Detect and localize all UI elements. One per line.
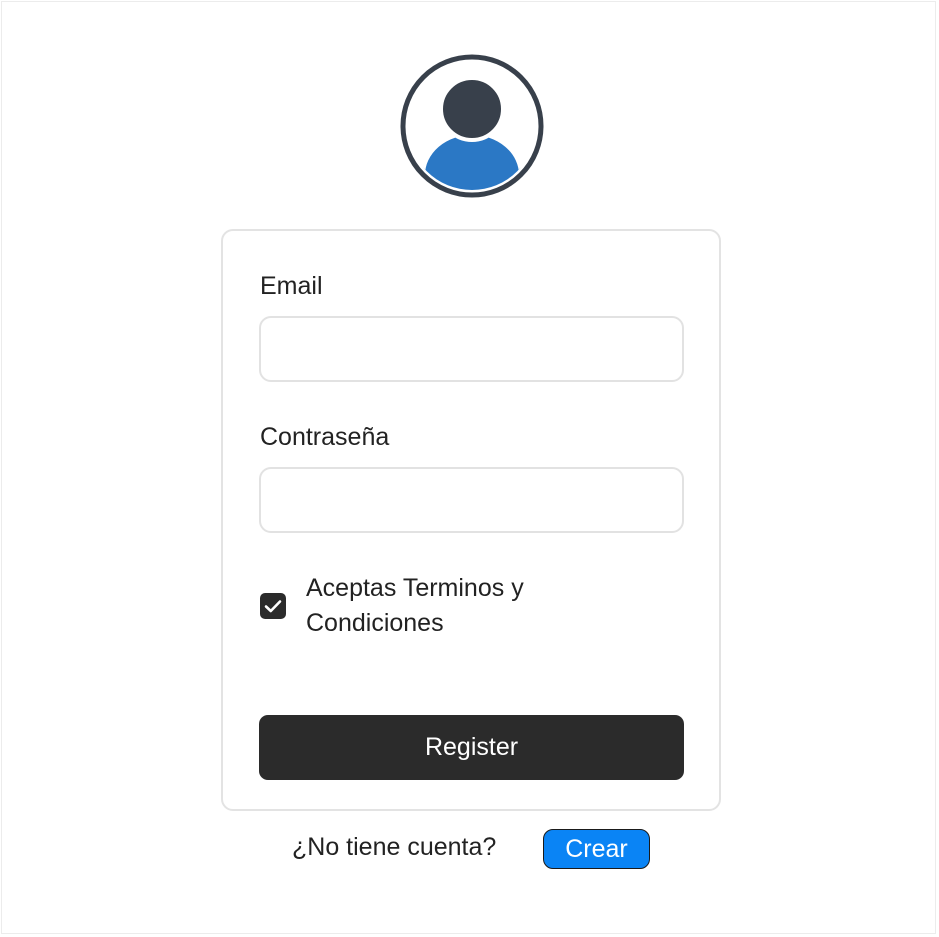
terms-checkbox[interactable] — [260, 593, 286, 619]
register-form-card: Email Contraseña Aceptas Terminos y Cond… — [221, 229, 721, 811]
email-label: Email — [260, 272, 323, 300]
email-field[interactable] — [259, 316, 684, 382]
user-avatar-icon — [399, 53, 545, 199]
terms-label: Aceptas Terminos y Condiciones — [306, 574, 524, 637]
no-account-text: ¿No tiene cuenta? — [292, 833, 497, 861]
register-button[interactable]: Register — [259, 715, 684, 780]
create-account-button[interactable]: Crear — [543, 829, 650, 869]
checkmark-icon — [264, 600, 282, 613]
terms-row: Aceptas Terminos y Condiciones — [259, 571, 689, 651]
password-label: Contraseña — [260, 423, 390, 451]
register-page: Email Contraseña Aceptas Terminos y Cond… — [1, 1, 936, 934]
password-field[interactable] — [259, 467, 684, 533]
